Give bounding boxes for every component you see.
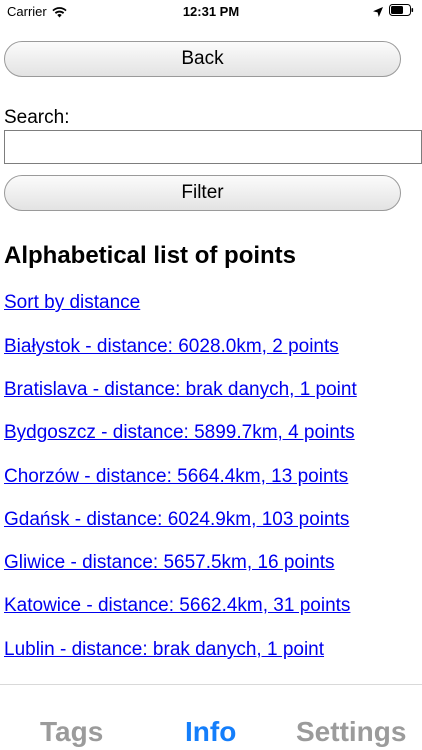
back-button[interactable]: Back [4,41,401,77]
tab-bar-divider [0,684,422,685]
search-label: Search: [4,107,70,128]
screen: Carrier 12:31 PM Back Search: Filter Alp… [0,0,422,750]
status-indicators [373,4,414,17]
filter-button[interactable]: Filter [4,175,401,211]
tab-info[interactable]: Info [185,716,236,748]
point-link[interactable]: Białystok - distance: 6028.0km, 2 points [4,336,339,358]
page-title: Alphabetical list of points [4,242,297,269]
point-link[interactable]: Bratislava - distance: brak danych, 1 po… [4,379,357,401]
search-input[interactable] [4,130,422,164]
point-link[interactable]: Chorzów - distance: 5664.4km, 13 points [4,466,348,488]
sort-by-distance-link[interactable]: Sort by distance [4,292,140,314]
point-link[interactable]: Gdańsk - distance: 6024.9km, 103 points [4,509,349,531]
tab-settings[interactable]: Settings [296,716,406,748]
clock: 12:31 PM [182,4,240,19]
point-link[interactable]: Katowice - distance: 5662.4km, 31 points [4,595,350,617]
point-link[interactable]: Lublin - distance: brak danych, 1 point [4,639,324,661]
tab-tags[interactable]: Tags [40,716,103,748]
status-bar: Carrier 12:31 PM [0,0,422,24]
location-arrow-icon [373,5,383,17]
point-link[interactable]: Gliwice - distance: 5657.5km, 16 points [4,552,335,574]
battery-icon [389,4,414,16]
point-link[interactable]: Bydgoszcz - distance: 5899.7km, 4 points [4,422,355,444]
